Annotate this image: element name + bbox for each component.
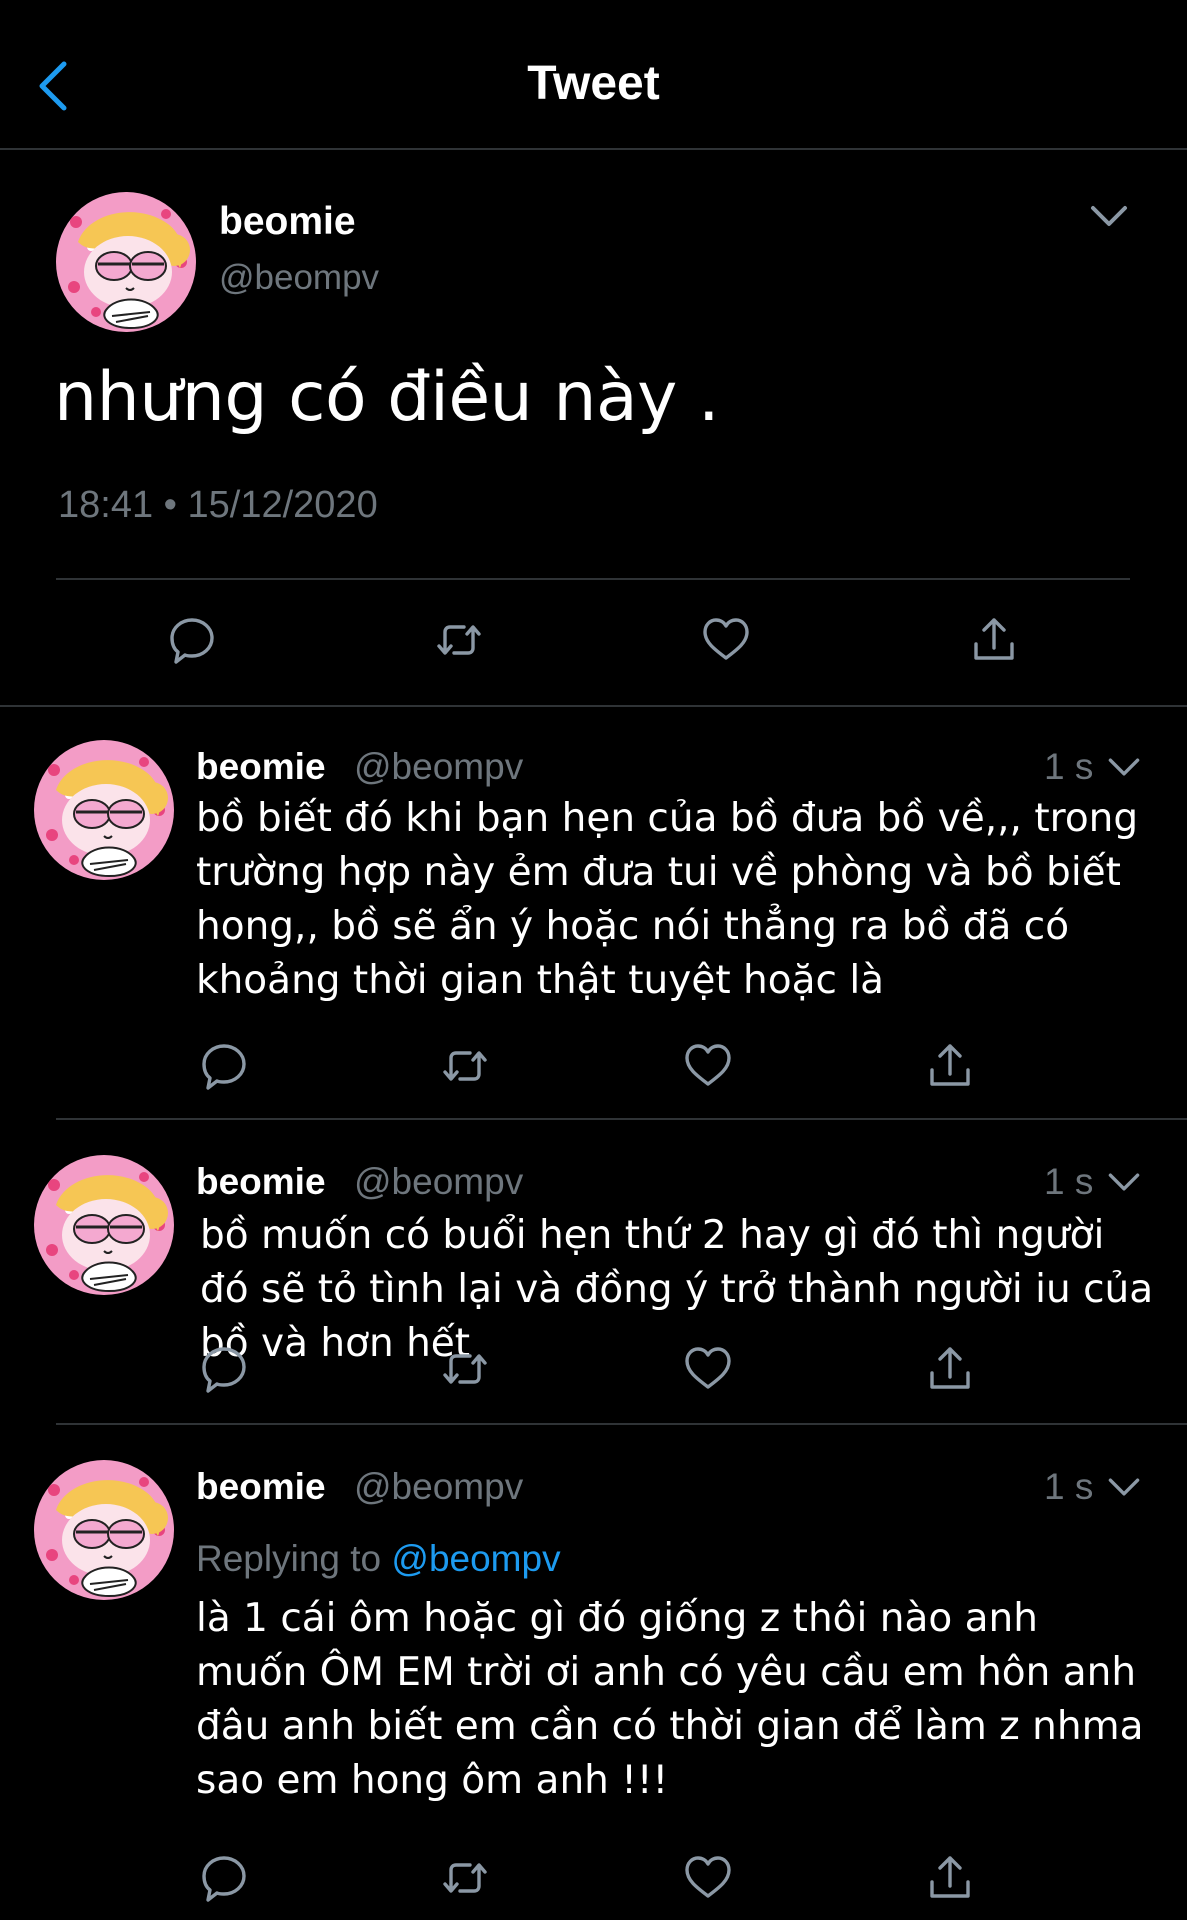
tweet-text: là 1 cái ôm hoặc gì đó giống z thôi nào …	[196, 1596, 1144, 1803]
reply-tweet[interactable]: beomie @beompv 1 s bồ biết đó khi bạn hẹ…	[0, 740, 1187, 1120]
retweet-button[interactable]	[437, 1341, 493, 1397]
like-icon	[680, 1038, 736, 1094]
like-button[interactable]	[680, 1850, 736, 1906]
like-icon	[680, 1850, 736, 1906]
retweet-button[interactable]	[437, 1850, 493, 1906]
share-button[interactable]	[922, 1038, 978, 1094]
tweet-text: bồ biết đó khi bạn hẹn của bồ đưa bồ về,…	[196, 796, 1139, 1003]
author-name[interactable]: beomie	[196, 1161, 326, 1203]
top-nav-bar: Tweet	[0, 0, 1187, 150]
like-button[interactable]	[680, 1341, 736, 1397]
share-icon	[922, 1850, 978, 1906]
avatar-image	[34, 1460, 174, 1600]
share-icon	[922, 1341, 978, 1397]
reply-button[interactable]	[196, 1341, 252, 1397]
share-icon	[966, 612, 1022, 668]
author-handle[interactable]: @beompv	[354, 1161, 523, 1203]
author-handle[interactable]: @beompv	[354, 746, 523, 788]
retweet-button[interactable]	[431, 612, 487, 668]
avatar-image	[34, 1155, 174, 1295]
chevron-down-icon	[1104, 1470, 1144, 1504]
avatar[interactable]	[34, 740, 174, 880]
reply-button[interactable]	[164, 612, 220, 668]
reply-button[interactable]	[196, 1850, 252, 1906]
like-icon	[698, 612, 754, 668]
author-handle[interactable]: @beompv	[354, 1466, 523, 1508]
like-icon	[680, 1341, 736, 1397]
reply-icon	[164, 612, 220, 668]
author-handle[interactable]: @beompv	[219, 258, 379, 298]
avatar[interactable]	[56, 192, 196, 332]
divider	[56, 578, 1130, 580]
more-options-button[interactable]	[1104, 1470, 1144, 1504]
divider	[56, 1423, 1187, 1425]
chevron-down-icon	[1104, 750, 1144, 784]
avatar-image	[34, 740, 174, 880]
reply-icon	[196, 1850, 252, 1906]
share-icon	[922, 1038, 978, 1094]
retweet-button[interactable]	[437, 1038, 493, 1094]
tweet-timestamp: 18:41 • 15/12/2020	[58, 484, 378, 526]
avatar[interactable]	[34, 1155, 174, 1295]
replying-label: Replying to	[196, 1538, 382, 1579]
retweet-icon	[437, 1850, 493, 1906]
chevron-down-icon	[1087, 196, 1131, 236]
page-title: Tweet	[527, 57, 660, 110]
reply-icon	[196, 1341, 252, 1397]
chevron-down-icon	[1104, 1165, 1144, 1199]
retweet-icon	[431, 612, 487, 668]
reply-tweet[interactable]: beomie @beompv 1 s Replying to @beompv l…	[0, 1460, 1187, 1920]
tweet-time: 1 s	[1044, 1466, 1094, 1507]
like-button[interactable]	[698, 612, 754, 668]
author-name[interactable]: beomie	[196, 1466, 326, 1508]
tweet-time: 1 s	[1044, 746, 1094, 787]
more-options-button[interactable]	[1087, 196, 1131, 236]
reply-icon	[196, 1038, 252, 1094]
main-tweet: beomie @beompv nhưng có điều này . 18:41…	[0, 150, 1187, 707]
author-name[interactable]: beomie	[196, 746, 326, 788]
retweet-icon	[437, 1341, 493, 1397]
tweet-text: nhưng có điều này .	[54, 358, 720, 437]
replying-to: Replying to @beompv	[196, 1538, 561, 1580]
like-button[interactable]	[680, 1038, 736, 1094]
share-button[interactable]	[966, 612, 1022, 668]
tweet-time: 1 s	[1044, 1161, 1094, 1202]
author-name[interactable]: beomie	[219, 200, 356, 244]
avatar-image	[56, 192, 196, 332]
divider	[56, 1118, 1187, 1120]
more-options-button[interactable]	[1104, 1165, 1144, 1199]
more-options-button[interactable]	[1104, 750, 1144, 784]
reply-tweet[interactable]: beomie @beompv 1 s bồ muốn có buổi hẹn t…	[0, 1155, 1187, 1415]
share-button[interactable]	[922, 1850, 978, 1906]
retweet-icon	[437, 1038, 493, 1094]
reply-button[interactable]	[196, 1038, 252, 1094]
mention-link[interactable]: @beompv	[391, 1538, 560, 1579]
avatar[interactable]	[34, 1460, 174, 1600]
share-button[interactable]	[922, 1341, 978, 1397]
